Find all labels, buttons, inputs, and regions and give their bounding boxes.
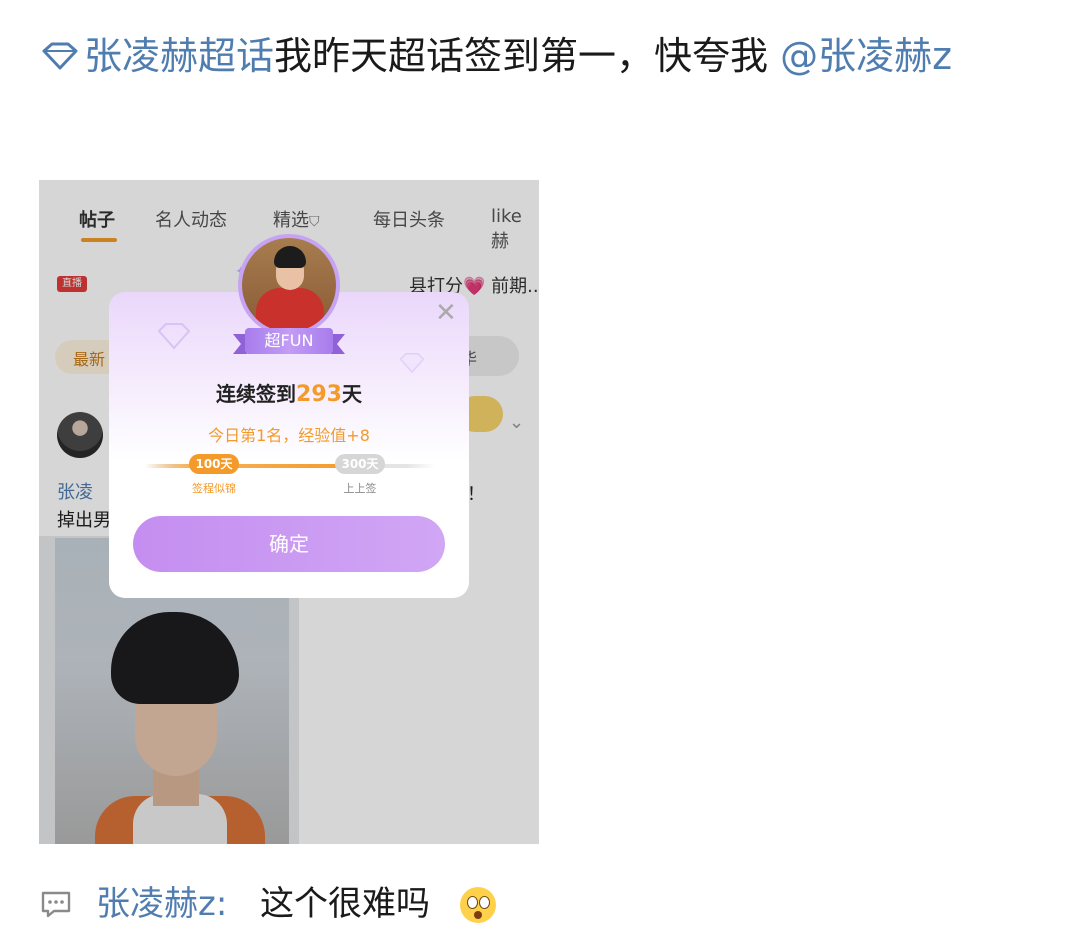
milestone-300: 300天 xyxy=(335,454,385,474)
mention-link[interactable]: @张凌赫z xyxy=(780,34,952,78)
post-body-text: 我昨天超话签到第一，快夸我 xyxy=(274,34,769,78)
emoji-eye-left xyxy=(467,896,478,909)
milestone-300-caption: 上上签 xyxy=(343,482,377,495)
rank-text: 今日第1名，经验值+8 xyxy=(208,426,370,445)
level-ribbon: 超FUN xyxy=(233,328,345,358)
comment-text: 这个很难吗 xyxy=(260,884,430,924)
ribbon-tail-right xyxy=(331,334,345,354)
surprised-emoji-icon xyxy=(460,887,496,923)
avatar-hair xyxy=(274,246,306,268)
streak-days: 293 xyxy=(296,382,342,407)
user-avatar xyxy=(238,234,340,336)
diamond-icon xyxy=(42,42,78,70)
milestone-100-caption: 签程似锦 xyxy=(192,482,236,495)
milestone-100: 100天 xyxy=(189,454,239,474)
streak-prefix: 连续签到 xyxy=(216,382,297,406)
streak-title: 连续签到293天 xyxy=(109,378,469,407)
post-text: 张凌赫超话我昨天超话签到第一，快夸我 @张凌赫z xyxy=(40,28,1050,84)
comment-username[interactable]: 张凌赫z: xyxy=(96,876,227,932)
topic-link[interactable]: 张凌赫超话 xyxy=(40,34,274,78)
emoji-eye-right xyxy=(479,896,490,909)
post-image[interactable]: 帖子 名人动态 精选⛉ 每日头条 like赫 直播 县打分💗 前期... › 最… xyxy=(39,180,539,844)
ribbon-label: 超FUN xyxy=(245,328,333,354)
checkin-modal: ✦ ✕ 超FUN 连续签到293天 今日第1名，经验值+8 100天 300天 … xyxy=(109,234,469,598)
diamond-decoration-icon xyxy=(399,353,425,374)
diamond-decoration-icon xyxy=(157,323,191,350)
topic-link-label[interactable]: 张凌赫超话 xyxy=(84,34,274,78)
streak-suffix: 天 xyxy=(341,382,362,406)
close-icon: ✕ xyxy=(435,298,457,328)
emoji-mouth xyxy=(474,911,482,919)
progress-fill xyxy=(145,464,357,468)
comment-icon xyxy=(41,891,71,918)
confirm-button: 确定 xyxy=(133,516,445,572)
